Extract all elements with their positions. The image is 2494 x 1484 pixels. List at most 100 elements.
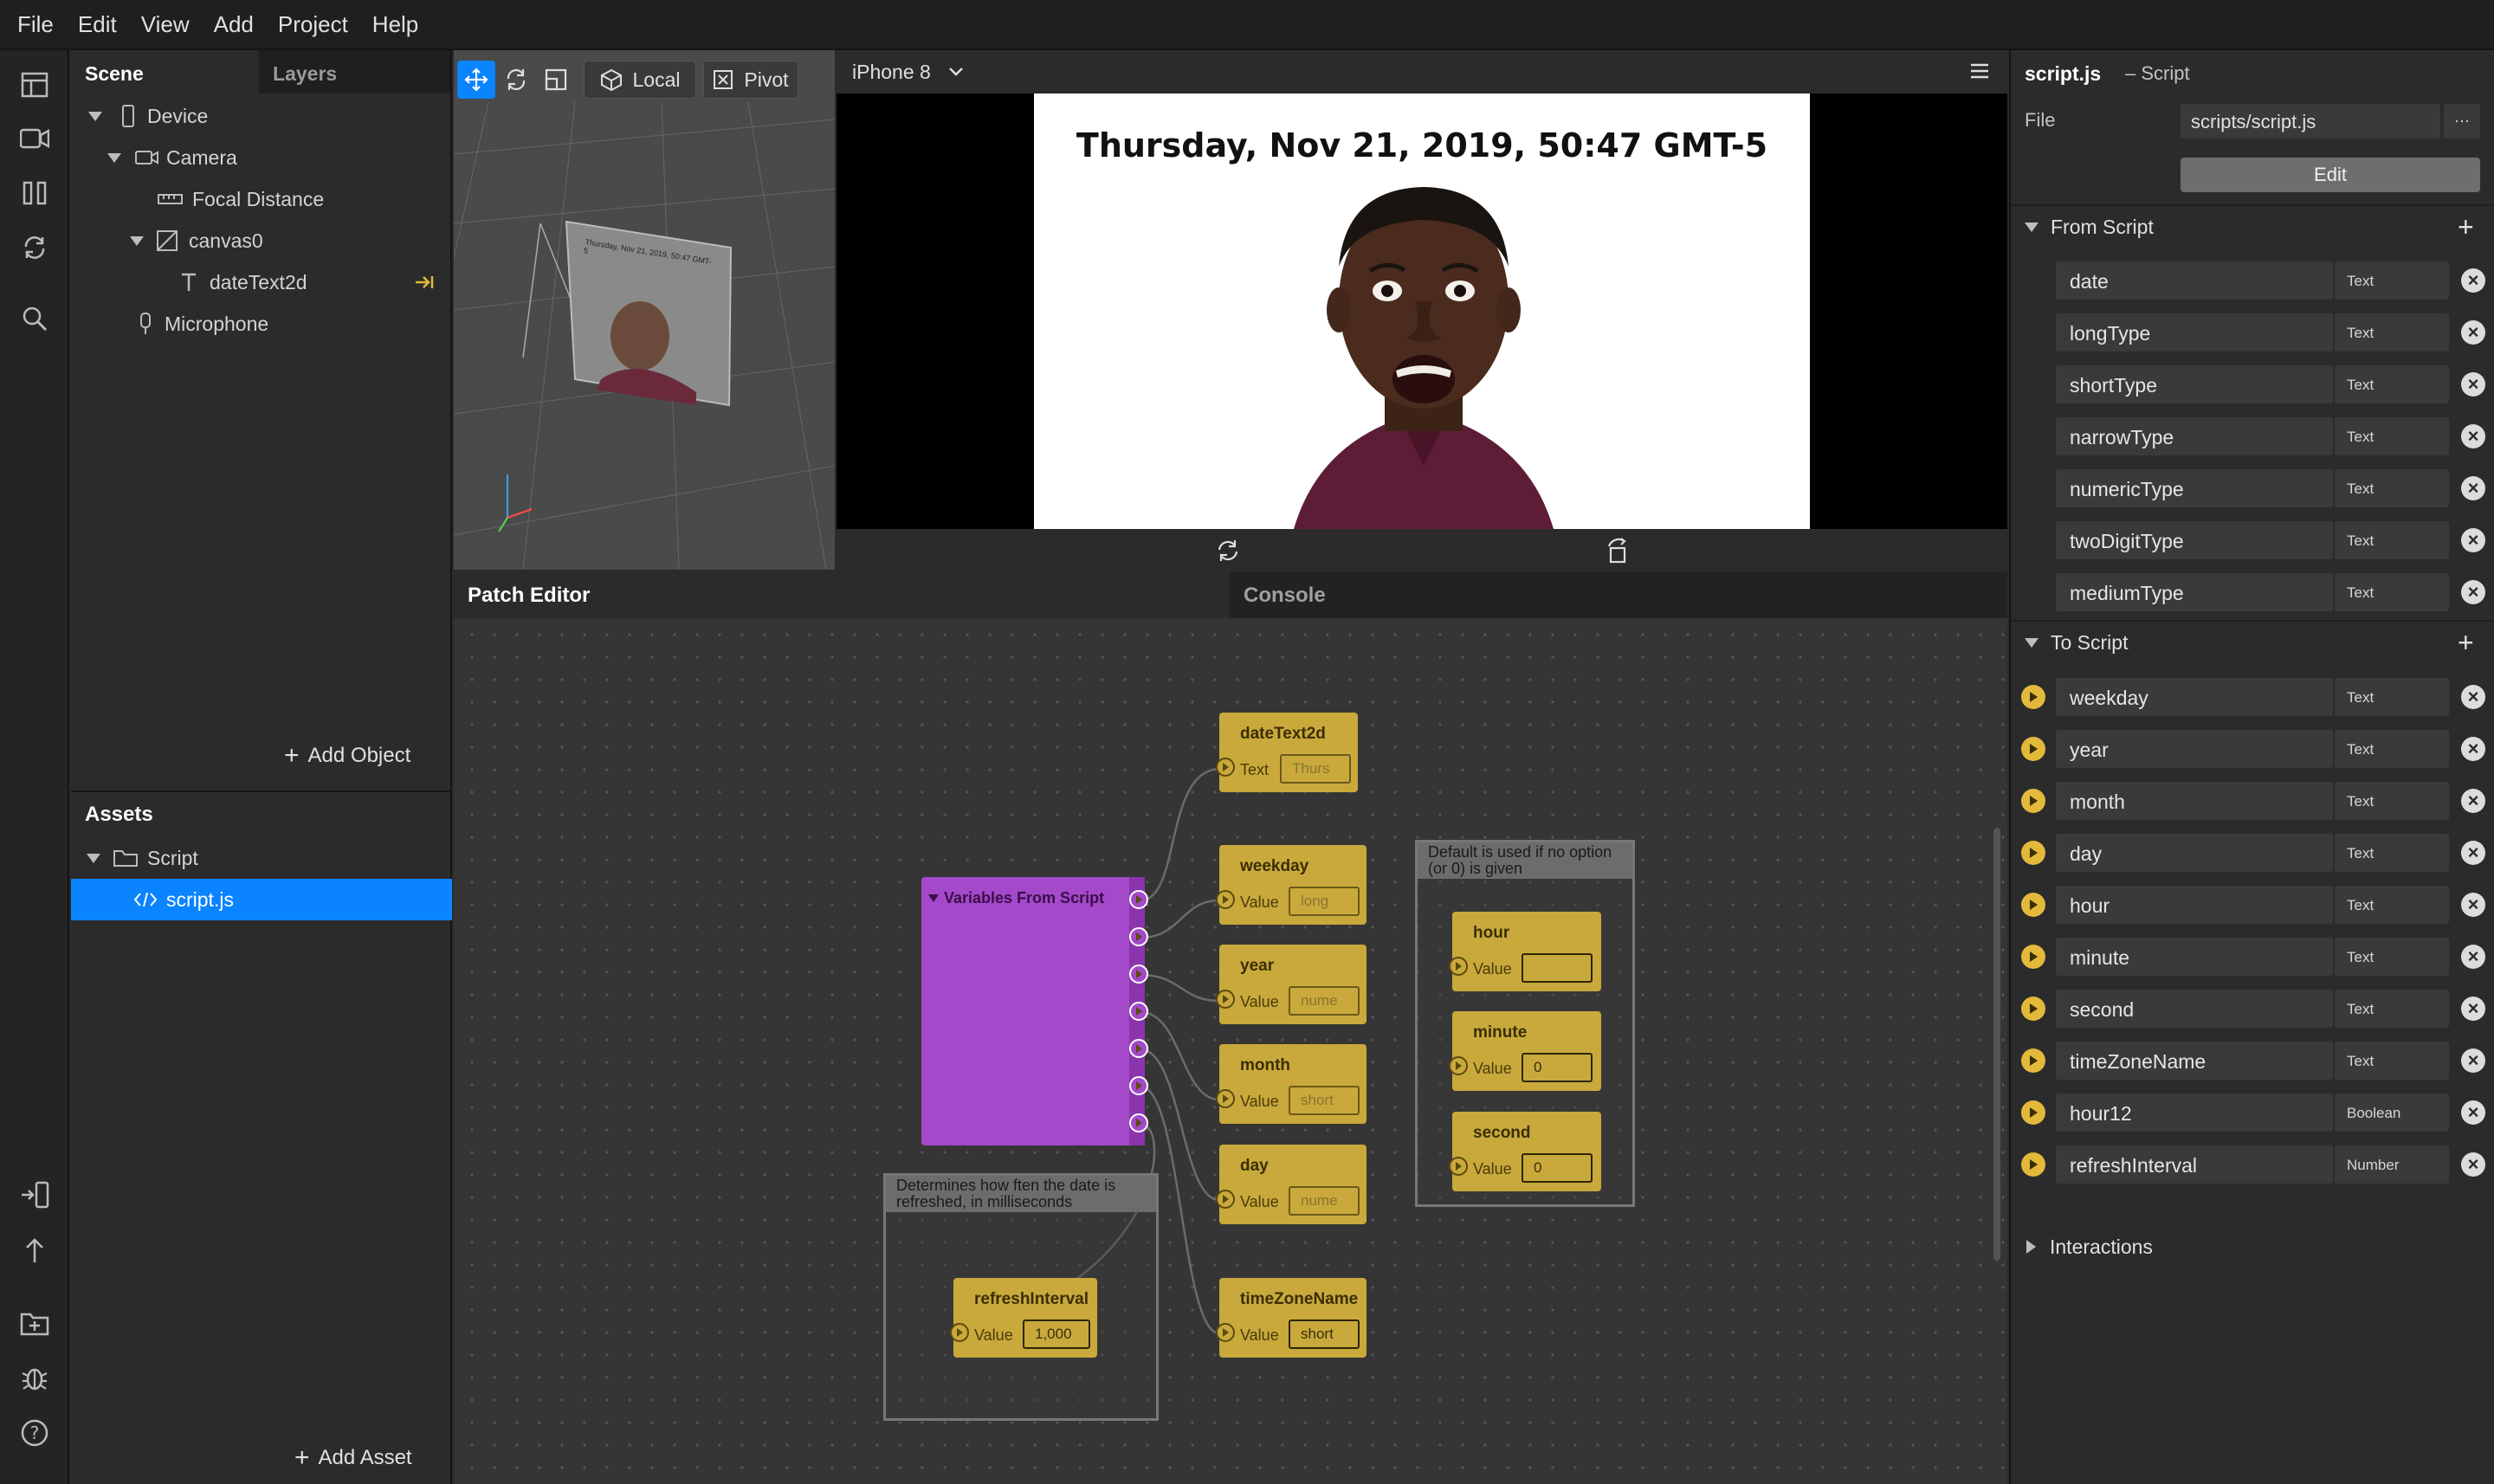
remove-variable-icon[interactable]: × (2461, 685, 2485, 709)
bug-icon[interactable] (17, 1360, 52, 1395)
menu-help[interactable]: Help (372, 11, 418, 38)
timezonename-node[interactable]: timeZoneName Value short (1216, 1278, 1367, 1358)
variable-type-select[interactable]: Text (2335, 1042, 2449, 1080)
remove-variable-icon[interactable]: × (2461, 1152, 2485, 1177)
node-value-field[interactable] (1522, 953, 1593, 983)
export-arrow-icon[interactable] (2021, 893, 2045, 917)
search-icon[interactable] (17, 301, 52, 336)
rotate-device-icon[interactable] (1606, 538, 1630, 564)
refresh-icon[interactable] (17, 230, 52, 265)
collapse-icon[interactable] (88, 111, 102, 121)
variable-name-field[interactable]: weekday (2056, 678, 2333, 716)
remove-variable-icon[interactable]: × (2461, 424, 2485, 448)
weekday-node[interactable]: weekday Value long (1216, 845, 1367, 925)
tree-item-script-js[interactable]: script.js (71, 879, 452, 920)
export-arrow-icon[interactable] (2021, 997, 2045, 1021)
export-arrow-icon[interactable] (2021, 1048, 2045, 1073)
export-arrow-icon[interactable] (2021, 737, 2045, 761)
variable-type-select[interactable]: Text (2335, 365, 2449, 403)
variable-type-select[interactable]: Number (2335, 1145, 2449, 1184)
node-value-field[interactable]: nume (1289, 986, 1360, 1016)
variable-type-select[interactable]: Text (2335, 782, 2449, 820)
datetext2d-node[interactable]: dateText2d Text Thurs (1216, 713, 1358, 792)
variable-name-field[interactable]: year (2056, 730, 2333, 768)
expand-icon[interactable] (2026, 1240, 2036, 1254)
variable-name-field[interactable]: numericType (2056, 469, 2333, 507)
pivot-toggle[interactable]: Pivot (703, 61, 798, 99)
menu-file[interactable]: File (17, 11, 54, 38)
collapse-icon[interactable] (2025, 222, 2038, 232)
menu-add[interactable]: Add (214, 11, 254, 38)
scene-viewport[interactable]: Thursday, Nov 21, 2019, 50:47 GMT-5 Loca… (454, 50, 835, 570)
layout-icon[interactable] (17, 68, 52, 102)
node-value-field[interactable]: 0 (1522, 1053, 1593, 1082)
variable-type-select[interactable]: Text (2335, 938, 2449, 976)
remove-variable-icon[interactable]: × (2461, 737, 2485, 761)
node-value-field[interactable]: Thurs (1280, 754, 1351, 784)
output-port[interactable] (1129, 927, 1148, 946)
more-options-button[interactable]: ··· (2444, 104, 2480, 139)
export-arrow-icon[interactable] (414, 274, 436, 291)
help-icon[interactable]: ? (17, 1416, 52, 1450)
input-port[interactable] (1216, 1089, 1235, 1108)
variable-type-select[interactable]: Text (2335, 573, 2449, 611)
variable-type-select[interactable]: Text (2335, 678, 2449, 716)
variable-name-field[interactable]: hour (2056, 886, 2333, 924)
tree-item-device[interactable]: Device (71, 95, 452, 137)
collapse-icon[interactable] (87, 853, 100, 863)
tree-item-microphone[interactable]: Microphone (71, 303, 452, 345)
remove-variable-icon[interactable]: × (2461, 945, 2485, 969)
rotate-tool-icon[interactable] (497, 61, 535, 99)
variable-name-field[interactable]: hour12 (2056, 1094, 2333, 1132)
variable-type-select[interactable]: Text (2335, 313, 2449, 352)
output-port[interactable] (1129, 890, 1148, 909)
variable-name-field[interactable]: shortType (2056, 365, 2333, 403)
output-port[interactable] (1129, 1002, 1148, 1021)
file-path-field[interactable]: scripts/script.js (2181, 104, 2440, 139)
menu-view[interactable]: View (141, 11, 190, 38)
variables-from-script-node[interactable]: Variables From Script (921, 877, 1145, 1145)
variable-type-select[interactable]: Text (2335, 886, 2449, 924)
node-value-field[interactable]: short (1289, 1086, 1360, 1115)
interactions-section[interactable]: Interactions (2011, 1226, 2494, 1268)
remove-variable-icon[interactable]: × (2461, 320, 2485, 345)
variable-type-select[interactable]: Text (2335, 990, 2449, 1028)
remove-variable-icon[interactable]: × (2461, 580, 2485, 604)
patch-editor[interactable]: Patch Editor Console Variables From Scri… (454, 571, 2007, 1484)
input-port[interactable] (1216, 890, 1235, 909)
output-port[interactable] (1129, 1039, 1148, 1058)
tab-scene[interactable]: Scene (71, 50, 260, 94)
add-to-variable-icon[interactable]: + (2458, 627, 2474, 659)
variable-type-select[interactable]: Text (2335, 730, 2449, 768)
variable-type-select[interactable]: Text (2335, 469, 2449, 507)
export-arrow-icon[interactable] (2021, 789, 2045, 813)
variable-type-select[interactable]: Boolean (2335, 1094, 2449, 1132)
second-node[interactable]: second Value 0 (1449, 1112, 1601, 1191)
tab-layers[interactable]: Layers (259, 50, 450, 94)
input-port[interactable] (1449, 957, 1468, 976)
output-port[interactable] (1129, 1113, 1148, 1132)
day-node[interactable]: day Value nume (1216, 1145, 1367, 1224)
remove-variable-icon[interactable]: × (2461, 372, 2485, 397)
variable-name-field[interactable]: longType (2056, 313, 2333, 352)
collapse-icon[interactable] (130, 236, 144, 246)
remove-variable-icon[interactable]: × (2461, 893, 2485, 917)
restart-icon[interactable] (1216, 539, 1240, 562)
remove-variable-icon[interactable]: × (2461, 1048, 2485, 1073)
local-toggle[interactable]: Local (584, 61, 696, 99)
scale-tool-icon[interactable] (537, 61, 575, 99)
split-view-icon[interactable] (17, 176, 52, 210)
variable-name-field[interactable]: narrowType (2056, 417, 2333, 455)
variable-name-field[interactable]: refreshInterval (2056, 1145, 2333, 1184)
remove-variable-icon[interactable]: × (2461, 789, 2485, 813)
add-from-variable-icon[interactable]: + (2458, 211, 2474, 243)
move-tool-icon[interactable] (457, 61, 495, 99)
variable-type-select[interactable]: Text (2335, 261, 2449, 300)
remove-variable-icon[interactable]: × (2461, 476, 2485, 500)
export-arrow-icon[interactable] (2021, 945, 2045, 969)
node-value-field[interactable]: long (1289, 887, 1360, 916)
variable-name-field[interactable]: minute (2056, 938, 2333, 976)
collapse-icon[interactable] (107, 152, 121, 163)
remove-variable-icon[interactable]: × (2461, 1100, 2485, 1125)
year-node[interactable]: year Value nume (1216, 945, 1367, 1024)
